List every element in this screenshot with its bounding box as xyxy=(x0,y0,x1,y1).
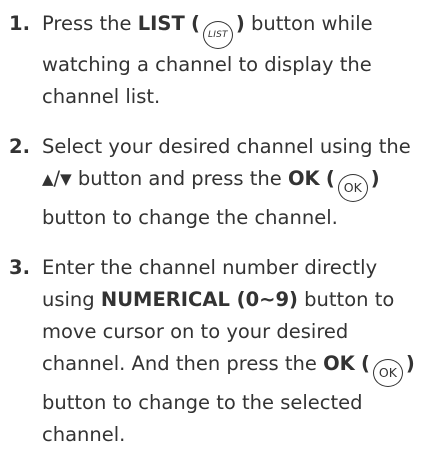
step-text: button to change to the selected channel… xyxy=(42,391,363,446)
button-name-numerical: NUMERICAL (0~9) xyxy=(100,288,298,311)
ok-button-icon: OK xyxy=(372,359,403,387)
step-1: 1. Press the LIST (LIST) button while wa… xyxy=(9,8,421,113)
paren-open: ( xyxy=(360,352,370,375)
button-name-list: LIST xyxy=(137,12,185,35)
paren-open: ( xyxy=(190,12,200,35)
step-number: 3. xyxy=(9,256,30,279)
step-text: button to change the channel. xyxy=(42,206,338,229)
step-number: 1. xyxy=(9,12,30,35)
list-button-icon: LIST xyxy=(202,21,233,49)
paren-open: ( xyxy=(325,167,335,190)
step-text: Select your desired channel using the xyxy=(42,135,411,158)
step-2: 2. Select your desired channel using the… xyxy=(9,131,421,234)
button-name-ok: OK xyxy=(287,167,320,190)
paren-close: ) xyxy=(405,352,415,375)
paren-close: ) xyxy=(235,12,245,35)
up-arrow-icon: ▲ xyxy=(42,170,54,188)
button-name-ok: OK xyxy=(323,352,355,375)
ok-button-icon: OK xyxy=(337,174,368,202)
step-text: Press the xyxy=(42,12,132,35)
paren-close: ) xyxy=(370,167,380,190)
step-text: button and press the xyxy=(77,167,282,190)
step-number: 2. xyxy=(9,135,30,158)
instruction-steps: 1. Press the LIST (LIST) button while wa… xyxy=(9,8,421,469)
step-3: 3. Enter the channel number directly usi… xyxy=(9,252,421,451)
down-arrow-icon: ▼ xyxy=(60,170,72,188)
manual-page: 1. Press the LIST (LIST) button while wa… xyxy=(0,0,426,455)
